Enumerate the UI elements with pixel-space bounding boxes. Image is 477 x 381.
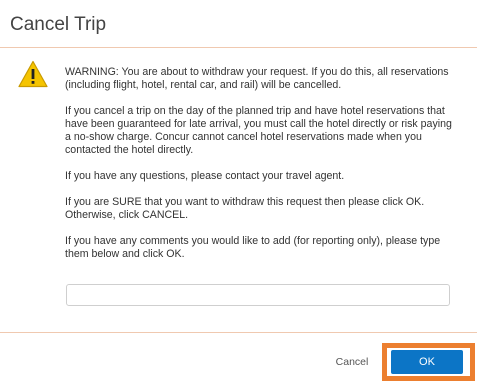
cancel-trip-dialog: Cancel Trip WARNING: You are about to wi… [0, 0, 477, 381]
hotel-notice-paragraph: If you cancel a trip on the day of the p… [65, 105, 452, 156]
dialog-title: Cancel Trip [10, 14, 107, 35]
comments-paragraph: If you have any comments you would like … [65, 235, 441, 260]
warning-paragraph: WARNING: You are about to withdraw your … [65, 66, 449, 91]
ok-button[interactable]: OK [391, 350, 463, 374]
footer-divider [0, 332, 477, 333]
dialog-header: Cancel Trip [0, 0, 477, 48]
comments-input[interactable] [66, 284, 450, 306]
confirm-paragraph: If you are SURE that you want to withdra… [65, 196, 425, 221]
contact-agent-paragraph: If you have any questions, please contac… [65, 170, 345, 182]
cancel-button[interactable]: Cancel [331, 352, 373, 372]
warning-triangle-icon [18, 60, 48, 88]
dialog-message: WARNING: You are about to withdraw your … [65, 66, 460, 274]
